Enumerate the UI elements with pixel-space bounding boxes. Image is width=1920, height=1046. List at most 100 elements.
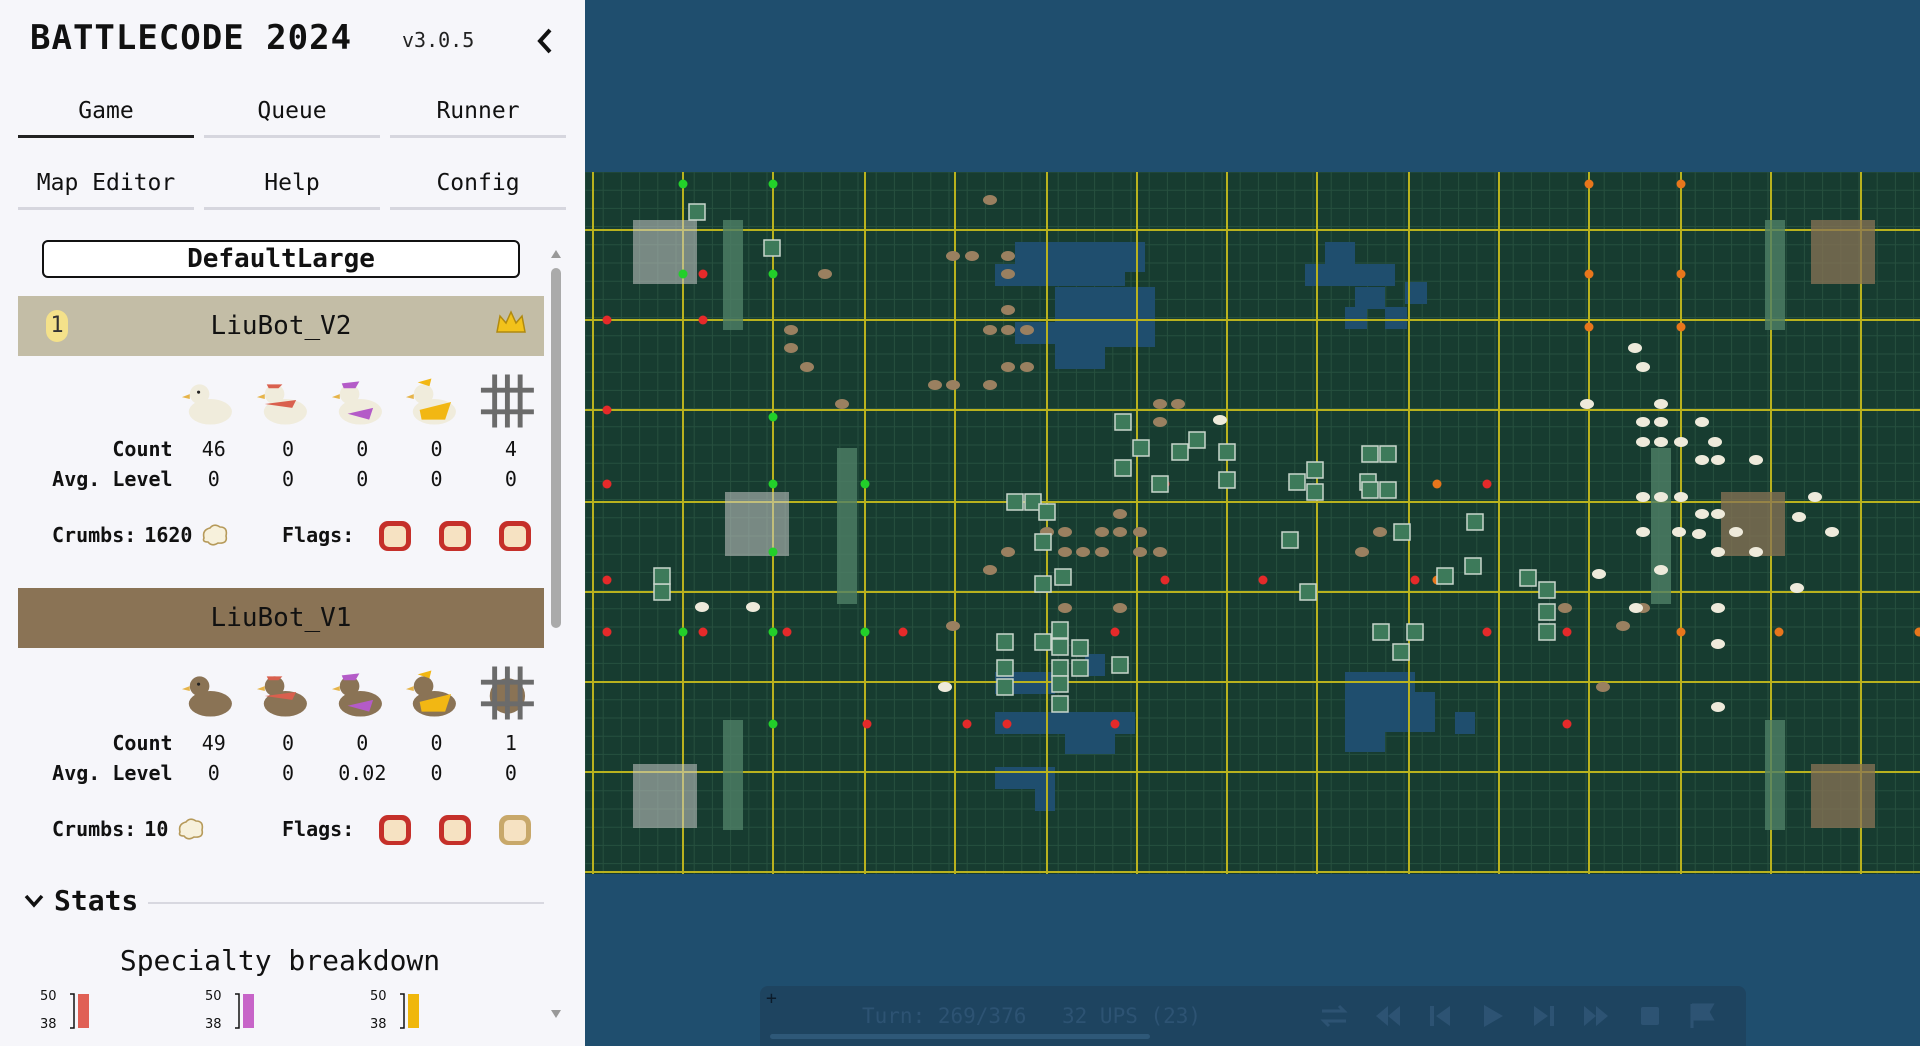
duck-unit [1355,547,1369,557]
spawn-dot [860,627,870,637]
crumb-dot [602,315,612,325]
trap-marker [1071,659,1089,677]
trap-marker [1281,531,1299,549]
tab-map-editor[interactable]: Map Editor [18,158,194,210]
duck-unit [1672,527,1686,537]
trap-marker [1306,483,1324,501]
rewind-icon[interactable] [1372,1000,1404,1032]
trap-marker [1171,443,1189,461]
crumb-dot [862,719,872,729]
team2-stats: Count 49 0 0 0 1 Avg. Level 0 0 0.02 0 0 [28,728,548,788]
level-value: 0 [356,467,369,491]
duck-unit [746,602,760,612]
level-value: 0 [207,761,220,785]
duck-unit [1592,569,1606,579]
flag-end-icon[interactable] [1686,1000,1718,1032]
axis-tick-top: 50 [205,989,222,1004]
stats-toggle[interactable]: Stats [24,884,138,917]
spawn-dot [768,479,778,489]
spawn-dot [678,627,688,637]
duck-unit [1616,621,1630,631]
duck-unit [1095,547,1109,557]
game-map[interactable] [585,172,1920,874]
healer-duck-icon [331,381,382,425]
count-label: Count [112,437,173,461]
duck-unit [1001,362,1015,372]
flag-icon [379,815,412,845]
tab-game[interactable]: Game [18,86,194,138]
trap-icon [481,374,535,428]
trap-marker [1519,569,1537,587]
duck-unit [784,343,798,353]
duck-unit [1020,362,1034,372]
flag-icon [379,521,412,551]
count-value: 0 [281,437,295,461]
count-value: 46 [201,437,226,461]
swap-icon[interactable] [1318,1000,1350,1032]
tab-queue[interactable]: Queue [204,86,380,138]
duck-unit [946,251,960,261]
trap-marker [1464,557,1482,575]
trap-marker [996,678,1014,696]
tab-config[interactable]: Config [390,158,566,210]
tab-runner[interactable]: Runner [390,86,566,138]
duck-unit [946,621,960,631]
duck-unit [1001,305,1015,315]
trap-icon [481,666,535,720]
flag-icon [499,521,532,551]
tab-help[interactable]: Help [204,158,380,210]
crumb-dot [698,269,708,279]
trap-marker [1188,431,1206,449]
duck-unit [1711,639,1725,649]
spawn-dot [678,269,688,279]
expand-control[interactable]: + [766,988,777,1009]
stop-icon[interactable] [1634,1000,1666,1032]
trap-marker [1034,575,1052,593]
axis-tick-top: 50 [40,989,57,1004]
step-back-icon[interactable] [1424,1000,1456,1032]
crumb-dot [1482,479,1492,489]
step-forward-icon[interactable] [1528,1000,1560,1032]
trap-marker [1361,445,1379,463]
collapse-chevron-icon[interactable] [532,24,558,58]
duck-unit [1113,527,1127,537]
progress-bar[interactable] [770,1034,1150,1039]
duck-unit [1580,399,1594,409]
trap-marker [1071,639,1089,657]
play-icon[interactable] [1476,1000,1508,1032]
duck-unit [983,325,997,335]
unit-icons-team2 [178,662,538,724]
count-value: 4 [504,437,517,461]
trap-marker [1436,567,1454,585]
trap-marker [1218,443,1236,461]
duck-unit [1628,343,1642,353]
map-name-selector[interactable]: DefaultLarge [42,240,520,278]
duck-unit [1749,455,1763,465]
sidebar-scrollbar[interactable] [548,244,564,1024]
crumb-dot [698,315,708,325]
duck-unit [1711,455,1725,465]
count-value: 0 [356,437,369,461]
duck-unit [1213,415,1227,425]
flags-display: Flags: [282,516,534,554]
spawn-dot [860,479,870,489]
duck-unit [1674,492,1688,502]
fast-forward-icon[interactable] [1580,1000,1612,1032]
duck-unit [1654,492,1668,502]
duck-unit [1729,527,1743,537]
unit-icons-team1 [178,370,538,432]
trap-marker [653,583,671,601]
duck-unit [1171,399,1185,409]
duck-unit [1020,325,1034,335]
trap-marker [1393,523,1411,541]
crumb-dot [602,575,612,585]
duck-unit [1636,437,1650,447]
duck-unit [1808,492,1822,502]
count-value: 1 [504,731,517,755]
axis-tick-bottom: 38 [40,1017,57,1032]
rank-badge: 1 [46,310,68,342]
duck-unit [1790,583,1804,593]
duck-unit [835,399,849,409]
duck-unit [818,269,832,279]
trap-marker [1111,656,1129,674]
